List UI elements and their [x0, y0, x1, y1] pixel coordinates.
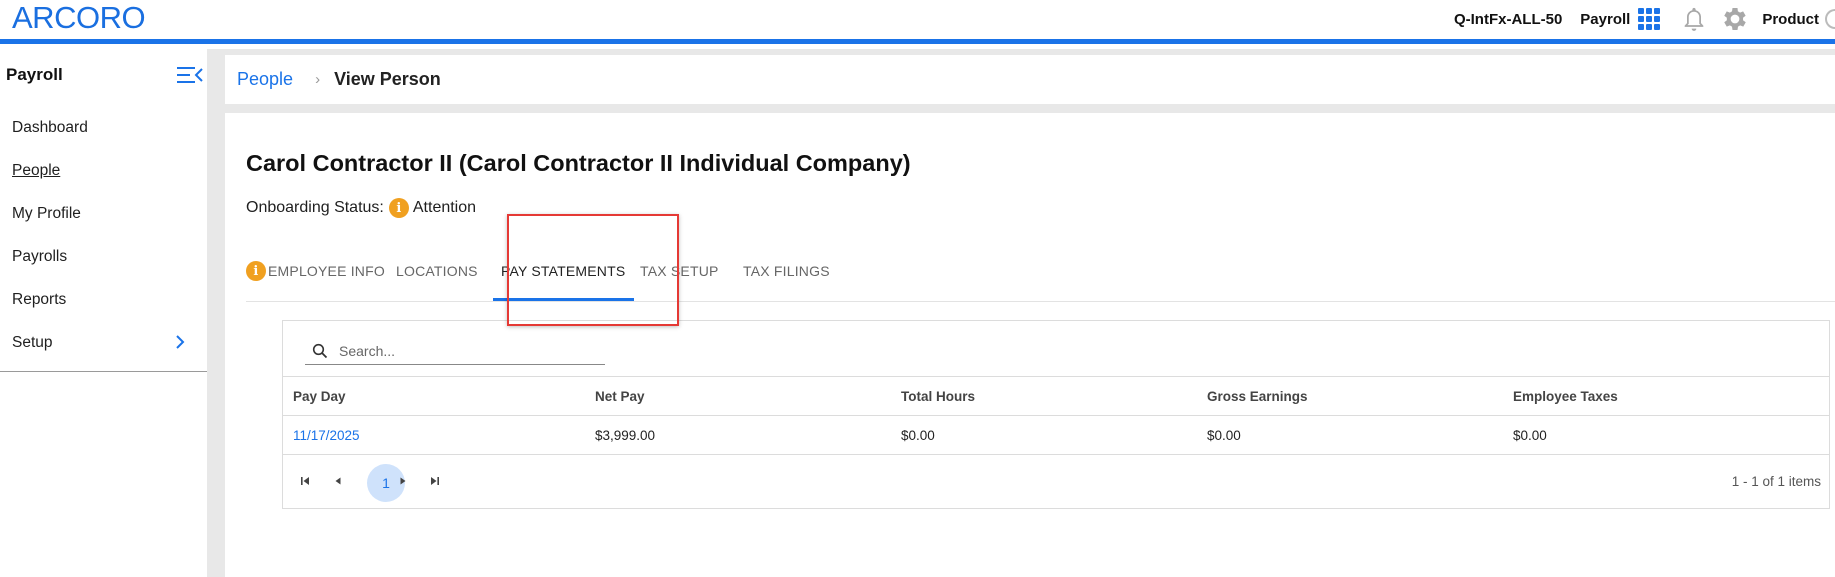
grid-toolbar — [283, 321, 1829, 377]
tab-label: PAY STATEMENTS — [501, 263, 626, 279]
user-avatar[interactable] — [1825, 9, 1835, 29]
breadcrumb-current: View Person — [334, 69, 441, 89]
sidebar-item-my-profile[interactable]: My Profile — [0, 192, 207, 235]
sidebar: Payroll Dashboard People My Profile Payr… — [0, 49, 216, 577]
previous-page-icon[interactable] — [327, 470, 349, 492]
top-right-controls: Q-IntFx-ALL-50 Payroll Product — [1454, 0, 1835, 38]
search-input[interactable] — [339, 342, 589, 359]
search-icon — [312, 343, 328, 358]
sidebar-item-label: My Profile — [12, 204, 81, 222]
sidebar-divider — [0, 371, 207, 372]
active-tab-indicator — [493, 298, 634, 301]
bell-icon[interactable] — [1680, 5, 1708, 33]
sidebar-item-label: Reports — [12, 290, 67, 308]
app-name[interactable]: Payroll — [1580, 11, 1630, 28]
column-header-pay-day[interactable]: Pay Day — [293, 389, 346, 404]
main-content: Carol Contractor II (Carol Contractor II… — [225, 113, 1835, 577]
sidebar-title: Payroll — [6, 65, 63, 84]
breadcrumb: People › View Person — [225, 55, 1835, 104]
tab-tax-filings[interactable]: TAX FILINGS — [743, 241, 830, 301]
collapse-menu-icon[interactable] — [176, 65, 204, 85]
sidebar-item-setup[interactable]: Setup — [0, 321, 207, 364]
breadcrumb-separator: › — [315, 71, 321, 88]
pay-statements-grid: Pay Day Net Pay Total Hours Gross Earnin… — [282, 320, 1830, 509]
user-menu[interactable]: Product — [1762, 11, 1819, 28]
column-header-gross-earnings[interactable]: Gross Earnings — [1207, 389, 1308, 404]
tab-employee-info[interactable]: i EMPLOYEE INFO — [246, 241, 385, 301]
next-page-icon[interactable] — [392, 470, 414, 492]
warning-info-icon: i — [246, 261, 266, 281]
total-hours-cell: $0.00 — [901, 427, 935, 443]
pager: 1 1 - 1 of 1 items — [283, 455, 1829, 509]
sidebar-nav: Dashboard People My Profile Payrolls Rep… — [0, 106, 207, 364]
tab-label: EMPLOYEE INFO — [268, 263, 385, 279]
tab-locations[interactable]: LOCATIONS — [396, 241, 478, 301]
page-title: Carol Contractor II (Carol Contractor II… — [246, 150, 911, 176]
tab-tax-setup[interactable]: TAX SETUP — [640, 241, 719, 301]
pager-info: 1 - 1 of 1 items — [1731, 474, 1821, 489]
column-header-net-pay[interactable]: Net Pay — [595, 389, 645, 404]
sidebar-item-label: Setup — [12, 333, 53, 351]
breadcrumb-people-link[interactable]: People — [237, 69, 293, 90]
org-name[interactable]: Q-IntFx-ALL-50 — [1454, 11, 1562, 28]
gross-earnings-cell: $0.00 — [1207, 427, 1241, 443]
table-row: 11/17/2025 $3,999.00 $0.00 $0.00 $0.00 — [283, 416, 1829, 455]
chevron-right-icon — [176, 335, 185, 349]
person-tabs: i EMPLOYEE INFO LOCATIONS PAY STATEMENTS… — [246, 241, 1835, 302]
top-bar: ARCORO Q-IntFx-ALL-50 Payroll Product — [0, 0, 1835, 44]
layout-gutter — [216, 49, 225, 577]
sidebar-item-payrolls[interactable]: Payrolls — [0, 235, 207, 278]
arcoro-logo[interactable]: ARCORO — [12, 2, 146, 34]
tab-pay-statements[interactable]: PAY STATEMENTS — [501, 241, 625, 301]
pay-day-link[interactable]: 11/17/2025 — [293, 428, 360, 443]
onboarding-status: Onboarding Status: i Attention — [246, 198, 476, 218]
gear-icon[interactable] — [1720, 4, 1750, 34]
last-page-icon[interactable] — [424, 470, 446, 492]
sidebar-item-label: Payrolls — [12, 247, 68, 265]
onboarding-status-label: Onboarding Status: — [246, 199, 384, 216]
sidebar-item-label: Dashboard — [12, 118, 88, 136]
net-pay-cell: $3,999.00 — [595, 427, 656, 443]
onboarding-status-value: Attention — [412, 199, 477, 216]
sidebar-item-label: People — [12, 161, 61, 179]
sidebar-item-reports[interactable]: Reports — [0, 278, 207, 321]
employee-taxes-cell: $0.00 — [1513, 427, 1547, 443]
column-header-total-hours[interactable]: Total Hours — [901, 389, 975, 404]
tab-label: TAX SETUP — [640, 263, 719, 279]
tab-label: LOCATIONS — [396, 263, 478, 279]
tab-label: TAX FILINGS — [743, 263, 830, 279]
search-field — [305, 337, 605, 365]
layout-gutter — [225, 104, 1835, 113]
first-page-icon[interactable] — [294, 470, 316, 492]
sidebar-item-dashboard[interactable]: Dashboard — [0, 106, 207, 149]
warning-info-icon: i — [388, 198, 409, 218]
sidebar-item-people[interactable]: People — [0, 149, 207, 192]
grid-header-row: Pay Day Net Pay Total Hours Gross Earnin… — [283, 377, 1829, 416]
column-header-employee-taxes[interactable]: Employee Taxes — [1513, 389, 1618, 404]
apps-grid-icon[interactable] — [1638, 8, 1661, 30]
